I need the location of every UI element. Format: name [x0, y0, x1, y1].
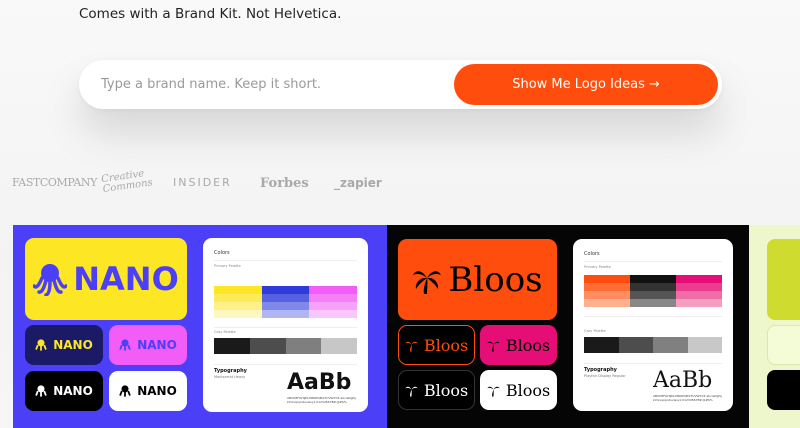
octopus-icon — [35, 385, 47, 397]
octopus-icon — [35, 339, 47, 351]
nano-logo-white: NANO — [109, 371, 187, 411]
glyph-set: ABCDEFGHIJKLMNOPQRSTUVWXYZ abcdefghijklm… — [287, 396, 357, 404]
fast-company-logo: FASTCOMPANY — [12, 176, 98, 189]
brand-kit-bloos: Bloos Bloos Bloos Bloos Bloos Colors Pri… — [387, 225, 749, 428]
palm-leaf-icon — [487, 386, 500, 397]
primary-palette-label: Primary Palette — [584, 265, 611, 269]
next-logo-main — [767, 239, 800, 320]
landing-page: Comes with a Brand Kit. Not Helvetica. S… — [0, 0, 800, 428]
press-logos: FASTCOMPANY Creative Commons INSIDER For… — [0, 168, 420, 200]
nano-wordmark: NANO — [137, 384, 177, 398]
bloos-logo-magenta: Bloos — [480, 325, 557, 365]
show-logo-ideas-label: Show Me Logo Ideas — [512, 77, 645, 92]
bloos-logo-main: Bloos — [398, 239, 557, 320]
gray-palette-label: Gray Palette — [584, 329, 606, 333]
nano-wordmark: NANO — [137, 338, 177, 352]
bloos-style-card: Colors Primary Palette Gray Palette Typo… — [573, 239, 733, 411]
gray-palette — [584, 337, 722, 353]
gray-palette — [214, 338, 357, 354]
show-logo-ideas-button[interactable]: Show Me Logo Ideas → — [454, 64, 718, 105]
typography-label: Typography — [214, 368, 247, 374]
nano-logo-main: NANO — [25, 238, 187, 320]
bloos-wordmark: Bloos — [505, 335, 551, 355]
brand-kit-next — [749, 225, 800, 428]
nano-wordmark: NANO — [73, 260, 179, 298]
bloos-logo-black: Bloos — [398, 370, 475, 410]
type-specimen: AaBb — [653, 368, 713, 393]
nano-style-card: Colors Primary Palette Gray Palette Typo… — [203, 238, 368, 412]
typography-label: Typography — [584, 367, 617, 373]
brand-name-input[interactable] — [101, 72, 441, 96]
palm-leaf-icon — [405, 386, 418, 397]
typography-font-name: Playfair Display Regular — [584, 374, 626, 378]
typography-font-name: Montserrat Heavy — [214, 375, 246, 379]
bloos-wordmark: Bloos — [505, 380, 551, 400]
nano-logo-black: NANO — [25, 371, 103, 411]
nano-logo-navy: NANO — [25, 325, 103, 365]
glyph-set: ABCDEFGHIJKLMNOPQRSTUVWXYZ abcdefghijklm… — [653, 394, 723, 402]
primary-palette-label: Primary Palette — [214, 264, 241, 268]
octopus-icon — [33, 264, 68, 296]
bloos-wordmark: Bloos — [448, 259, 543, 300]
palm-leaf-icon — [405, 341, 418, 352]
zapier-logo: _zapier — [334, 176, 382, 190]
next-logo-black — [767, 370, 800, 410]
tagline: Comes with a Brand Kit. Not Helvetica. — [79, 6, 342, 22]
nano-wordmark: NANO — [53, 384, 93, 398]
forbes-logo: Forbes — [260, 176, 309, 191]
brand-kit-nano: NANO NANO NANO NANO NANO Colors Primary … — [13, 225, 387, 428]
primary-palette — [584, 275, 722, 307]
octopus-icon — [119, 385, 131, 397]
colors-heading: Colors — [584, 251, 600, 257]
palm-leaf-icon — [413, 270, 442, 294]
bloos-wordmark: Bloos — [423, 380, 469, 400]
nano-logo-pink: NANO — [109, 325, 187, 365]
arrow-right-icon: → — [648, 77, 660, 92]
bloos-logo-white: Bloos — [480, 370, 557, 410]
brand-search-bar: Show Me Logo Ideas → — [79, 60, 722, 109]
creative-commons-logo: Creative Commons — [100, 168, 154, 196]
octopus-icon — [119, 339, 131, 351]
primary-palette — [214, 286, 357, 318]
nano-wordmark: NANO — [53, 338, 93, 352]
next-logo-light — [767, 325, 800, 365]
gray-palette-label: Gray Palette — [214, 330, 236, 334]
palm-leaf-icon — [487, 341, 500, 352]
bloos-logo-outline: Bloos — [398, 325, 475, 365]
type-specimen: AaBb — [287, 370, 352, 395]
colors-heading: Colors — [214, 250, 230, 256]
bloos-wordmark: Bloos — [423, 335, 469, 355]
insider-logo: INSIDER — [173, 176, 232, 189]
